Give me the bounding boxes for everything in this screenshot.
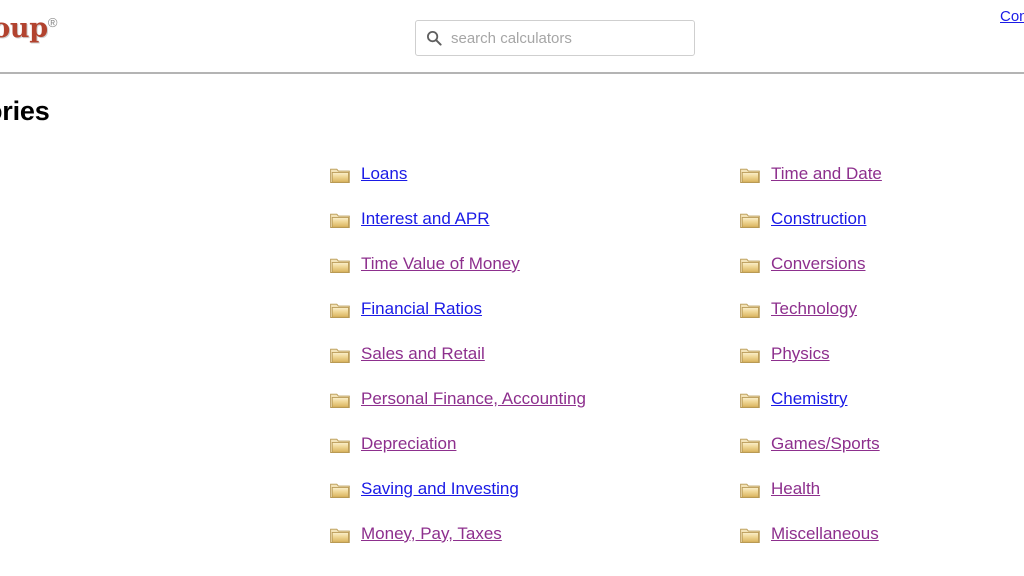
category-link[interactable]: Interest and APR: [361, 209, 490, 229]
browser-viewport: atorSoup® lators Con Categories onsal Ma…: [0, 0, 1024, 576]
folder-icon: [330, 302, 350, 319]
category-row: Physics: [740, 344, 1024, 389]
category-row: te Math: [0, 344, 330, 389]
category-link[interactable]: Financial Ratios: [361, 299, 482, 319]
category-row: Technology: [740, 299, 1024, 344]
category-row: Construction: [740, 209, 1024, 254]
site-logo[interactable]: atorSoup® lators: [0, 8, 212, 67]
category-columns: onsal Mathraicste Mathetry GeometryGeome…: [0, 164, 1024, 569]
folder-icon: [740, 482, 760, 499]
category-link[interactable]: Time and Date: [771, 164, 882, 184]
category-row: Depreciation: [330, 434, 740, 479]
folder-icon: [740, 392, 760, 409]
category-row: Conversions: [740, 254, 1024, 299]
folder-icon: [330, 527, 350, 544]
folder-icon: [740, 437, 760, 454]
folder-icon: [740, 527, 760, 544]
folder-icon: [330, 482, 350, 499]
category-link[interactable]: Sales and Retail: [361, 344, 485, 364]
category-link[interactable]: Loans: [361, 164, 407, 184]
category-row: Geometry: [0, 479, 330, 524]
brand-title: atorSoup®: [0, 8, 212, 44]
category-row: Loans: [330, 164, 740, 209]
category-link[interactable]: Games/Sports: [771, 434, 880, 454]
brand-name-accent: Soup: [0, 13, 48, 44]
category-row: ometry: [0, 524, 330, 569]
category-link[interactable]: Money, Pay, Taxes: [361, 524, 502, 544]
folder-icon: [740, 347, 760, 364]
site-header: atorSoup® lators Con: [0, 0, 1024, 74]
category-row: Sales and Retail: [330, 344, 740, 389]
folder-icon: [330, 167, 350, 184]
folder-icon: [740, 212, 760, 229]
category-row: Financial Ratios: [330, 299, 740, 344]
category-row: ra: [0, 254, 330, 299]
category-link[interactable]: Conversions: [771, 254, 866, 274]
search-box[interactable]: [415, 20, 695, 56]
category-row: Personal Finance, Accounting: [330, 389, 740, 434]
search-icon: [426, 30, 442, 46]
page-title: Categories: [0, 96, 50, 127]
category-row: al Math: [0, 209, 330, 254]
category-link[interactable]: Depreciation: [361, 434, 456, 454]
category-row: Money, Pay, Taxes: [330, 524, 740, 569]
header-corner-link[interactable]: Con: [1000, 8, 1024, 25]
category-link[interactable]: Health: [771, 479, 820, 499]
category-row: Time and Date: [740, 164, 1024, 209]
category-column-math: onsal Mathraicste Mathetry GeometryGeome…: [0, 164, 330, 569]
category-row: ics: [0, 299, 330, 344]
category-row: Interest and APR: [330, 209, 740, 254]
folder-icon: [740, 167, 760, 184]
category-column-finance: Loans Interest and APR Time Value of Money…: [330, 164, 740, 569]
category-row: etry: [0, 389, 330, 434]
category-row: ons: [0, 164, 330, 209]
category-link[interactable]: Chemistry: [771, 389, 848, 409]
page-content: atorSoup® lators Con Categories onsal Ma…: [0, 0, 1024, 576]
category-row: Geometry: [0, 434, 330, 479]
category-row: Saving and Investing: [330, 479, 740, 524]
category-link[interactable]: Time Value of Money: [361, 254, 520, 274]
folder-icon: [330, 347, 350, 364]
folder-icon: [330, 257, 350, 274]
category-row: Miscellaneous: [740, 524, 1024, 569]
category-row: Games/Sports: [740, 434, 1024, 479]
category-link[interactable]: Saving and Investing: [361, 479, 519, 499]
folder-icon: [740, 257, 760, 274]
category-link[interactable]: Technology: [771, 299, 857, 319]
category-row: Time Value of Money: [330, 254, 740, 299]
folder-icon: [330, 212, 350, 229]
category-link[interactable]: Physics: [771, 344, 830, 364]
folder-icon: [740, 302, 760, 319]
category-link[interactable]: Construction: [771, 209, 866, 229]
category-row: Health: [740, 479, 1024, 524]
brand-tagline: lators: [0, 50, 212, 67]
category-link[interactable]: Personal Finance, Accounting: [361, 389, 586, 409]
folder-icon: [330, 392, 350, 409]
category-link[interactable]: Miscellaneous: [771, 524, 879, 544]
registered-trademark-icon: ®: [48, 15, 57, 30]
search-input[interactable]: [451, 30, 684, 47]
category-row: Chemistry: [740, 389, 1024, 434]
folder-icon: [330, 437, 350, 454]
category-column-other: Time and Date Construction Conversions Tech…: [740, 164, 1024, 569]
